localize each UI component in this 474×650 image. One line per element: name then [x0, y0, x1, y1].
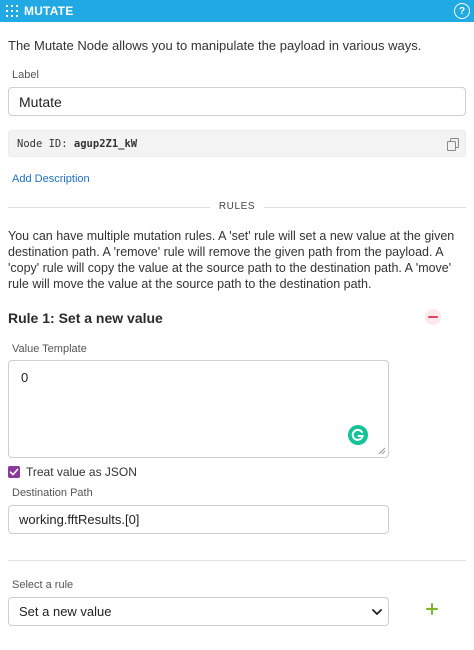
treat-as-json-label: Treat value as JSON [26, 465, 137, 479]
node-id-prefix: Node ID: [17, 138, 68, 150]
copy-icon[interactable] [447, 138, 459, 151]
rule-type-select[interactable]: Set a new value [8, 597, 389, 626]
rules-divider: RULES [8, 200, 466, 214]
remove-rule-button[interactable] [424, 308, 442, 326]
add-rule-button[interactable] [424, 601, 440, 617]
value-template-textarea[interactable]: 0 [8, 360, 389, 458]
treat-as-json-checkbox[interactable] [8, 466, 20, 478]
node-id-box: Node ID: agup2Z1_kW [8, 130, 466, 157]
add-description-link[interactable]: Add Description [12, 173, 90, 185]
rule-type-selected: Set a new value [19, 604, 112, 619]
rules-description: You can have multiple mutation rules. A … [8, 229, 455, 291]
chevron-down-icon [372, 609, 382, 615]
label-field-label: Label [12, 69, 39, 81]
grid-icon [6, 5, 18, 17]
section-separator [8, 560, 466, 561]
select-rule-label: Select a rule [12, 579, 74, 591]
rule-1-title: Rule 1: Set a new value [8, 310, 163, 326]
value-template-value: 0 [21, 370, 29, 385]
resize-handle-icon[interactable] [378, 447, 386, 455]
intro-text: The Mutate Node allows you to manipulate… [8, 38, 422, 53]
grammarly-icon[interactable] [347, 424, 369, 446]
panel-header: MUTATE ? [0, 0, 474, 22]
node-id-text: Node ID: agup2Z1_kW [17, 138, 137, 150]
rules-heading: RULES [218, 201, 256, 212]
destination-path-input[interactable]: working.fftResults.[0] [8, 505, 389, 534]
help-icon[interactable]: ? [454, 3, 470, 19]
value-template-label: Value Template [12, 343, 87, 355]
node-id-value: agup2Z1_kW [73, 138, 138, 150]
destination-path-label: Destination Path [12, 487, 93, 499]
panel-title: MUTATE [24, 4, 74, 18]
label-input[interactable]: Mutate [8, 87, 466, 116]
